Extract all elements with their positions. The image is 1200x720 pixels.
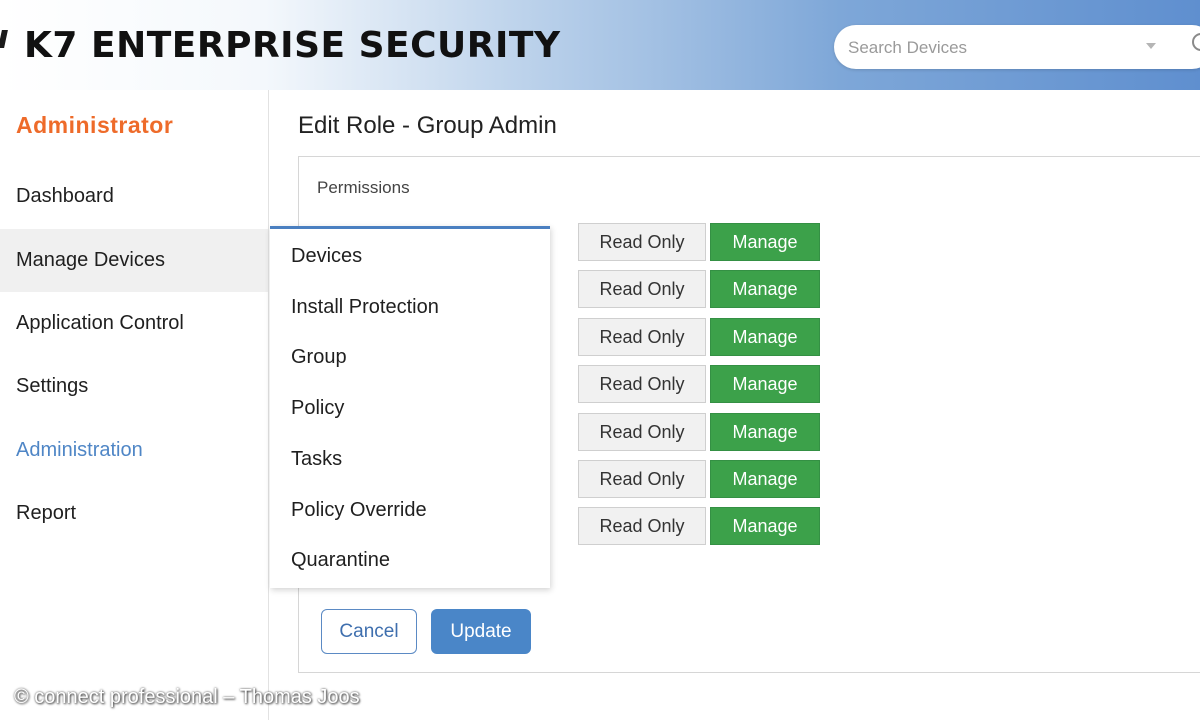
app-header: K7 ENTERPRISE SECURITY (0, 0, 1200, 90)
read-only-button[interactable]: Read Only (578, 365, 706, 403)
sidebar-item-manage-devices[interactable]: Manage Devices (0, 229, 268, 292)
chevron-down-icon[interactable] (1146, 43, 1156, 49)
sidebar-item-administration[interactable]: Administration (0, 419, 268, 482)
manage-button[interactable]: Manage (710, 270, 820, 308)
manage-devices-dropdown: Devices Install Protection Group Policy … (270, 226, 550, 588)
read-only-button[interactable]: Read Only (578, 270, 706, 308)
search-icon[interactable] (1192, 33, 1200, 51)
page-title: Edit Role - Group Admin (298, 112, 557, 139)
dropdown-item-policy-override[interactable]: Policy Override (291, 495, 427, 525)
permission-row: Read Only Manage (578, 365, 820, 405)
copyright-watermark: © connect professional – Thomas Joos (14, 686, 360, 708)
manage-button[interactable]: Manage (710, 365, 820, 403)
sidebar-title: Administrator (16, 112, 174, 138)
read-only-button[interactable]: Read Only (578, 460, 706, 498)
dropdown-item-tasks[interactable]: Tasks (291, 444, 342, 474)
manage-button[interactable]: Manage (710, 507, 820, 545)
manage-button[interactable]: Manage (710, 223, 820, 261)
sidebar-item-report[interactable]: Report (0, 482, 268, 545)
read-only-button[interactable]: Read Only (578, 507, 706, 545)
manage-button[interactable]: Manage (710, 460, 820, 498)
dropdown-item-policy[interactable]: Policy (291, 393, 344, 423)
dropdown-item-install-protection[interactable]: Install Protection (291, 292, 439, 322)
permission-row: Read Only Manage (578, 507, 820, 547)
search-input[interactable] (846, 35, 1140, 61)
update-button[interactable]: Update (431, 609, 531, 654)
search-box[interactable] (834, 25, 1200, 69)
app-logo: K7 ENTERPRISE SECURITY (24, 25, 561, 66)
sidebar-item-application-control[interactable]: Application Control (0, 292, 268, 355)
dropdown-item-quarantine[interactable]: Quarantine (291, 545, 390, 575)
permission-row: Read Only Manage (578, 223, 820, 263)
read-only-button[interactable]: Read Only (578, 413, 706, 451)
permission-row: Read Only Manage (578, 413, 820, 453)
permission-row: Read Only Manage (578, 460, 820, 500)
sidebar: Administrator Dashboard Manage Devices A… (0, 90, 269, 720)
permission-row: Read Only Manage (578, 270, 820, 310)
dropdown-item-devices[interactable]: Devices (291, 241, 362, 271)
permissions-label: Permissions (317, 178, 410, 197)
read-only-button[interactable]: Read Only (578, 318, 706, 356)
cancel-button[interactable]: Cancel (321, 609, 417, 654)
manage-button[interactable]: Manage (710, 413, 820, 451)
sidebar-item-settings[interactable]: Settings (0, 355, 268, 418)
sidebar-item-dashboard[interactable]: Dashboard (0, 165, 268, 228)
manage-button[interactable]: Manage (710, 318, 820, 356)
logo-mark (0, 30, 8, 48)
permission-row: Read Only Manage (578, 318, 820, 358)
dropdown-item-group[interactable]: Group (291, 342, 347, 372)
read-only-button[interactable]: Read Only (578, 223, 706, 261)
